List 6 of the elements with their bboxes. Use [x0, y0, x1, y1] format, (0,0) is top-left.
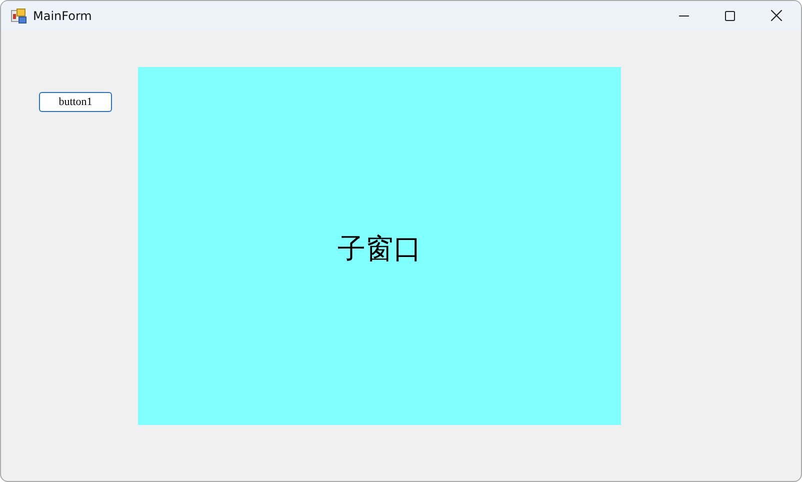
- panel-label: 子窗口: [338, 231, 422, 267]
- app-icon: [11, 8, 27, 24]
- window-title: MainForm: [33, 8, 92, 22]
- close-icon[interactable]: [771, 10, 782, 21]
- maximize-icon[interactable]: [725, 10, 735, 20]
- button1-button[interactable]: button1: [39, 92, 112, 112]
